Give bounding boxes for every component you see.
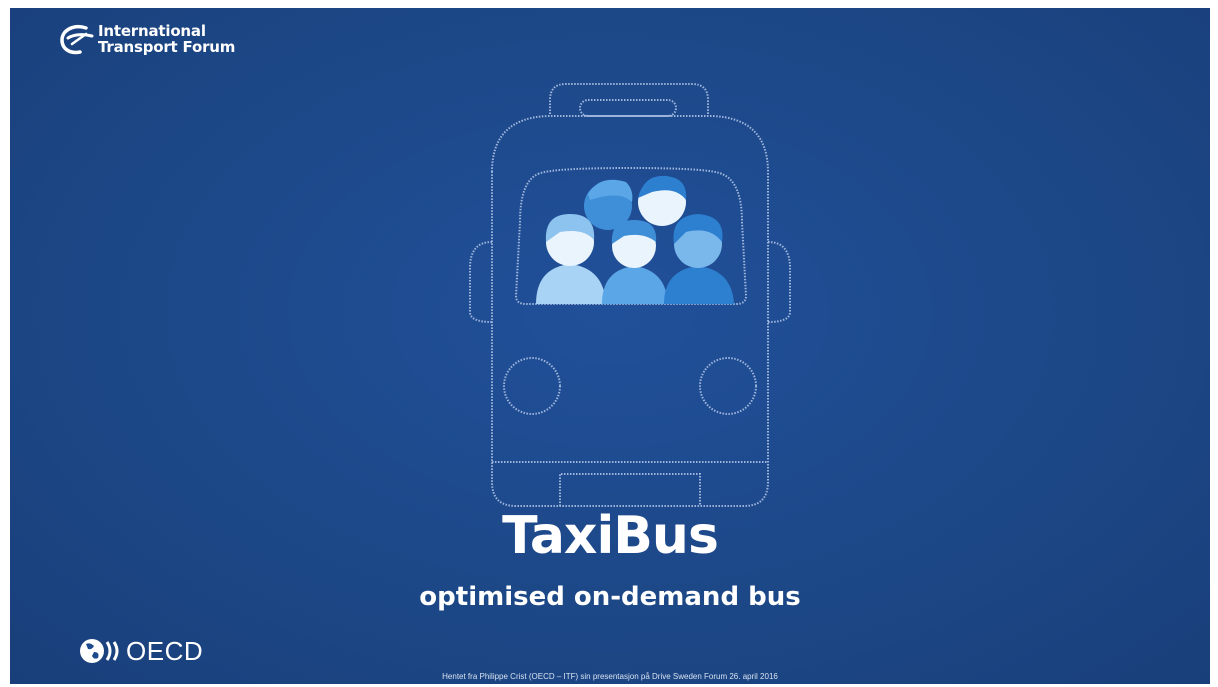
itf-logo-line2: Transport Forum — [98, 38, 236, 56]
oecd-logo: OECD — [78, 634, 203, 668]
slide-title: TaxiBus — [502, 506, 719, 566]
itf-swirl-icon — [60, 25, 94, 55]
slide-subtitle: optimised on-demand bus — [419, 582, 801, 612]
itf-logo-line1: International — [98, 22, 206, 40]
source-note: Hentet fra Philippe Crist (OECD – ITF) s… — [442, 672, 778, 681]
itf-logo: International Transport Forum — [56, 22, 235, 56]
oecd-label: OECD — [126, 635, 204, 666]
passengers-group — [536, 175, 734, 304]
slide: International Transport Forum TaxiBus op… — [10, 8, 1210, 684]
bus-with-passengers-icon — [469, 83, 791, 507]
oecd-globe-icon — [80, 639, 119, 663]
